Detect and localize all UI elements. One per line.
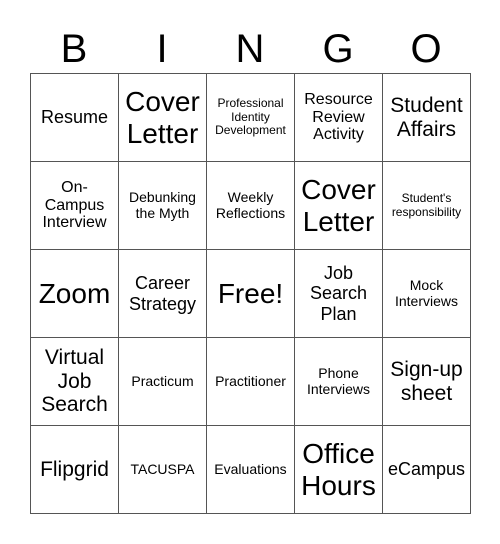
bingo-cell[interactable]: On-Campus Interview — [30, 161, 119, 250]
bingo-cell[interactable]: Practicum — [118, 337, 207, 426]
bingo-cell[interactable]: Resume — [30, 73, 119, 162]
bingo-cell[interactable]: Phone Interviews — [294, 337, 383, 426]
bingo-cell[interactable]: Cover Letter — [294, 161, 383, 250]
bingo-cell[interactable]: Practitioner — [206, 337, 295, 426]
bingo-header: B I N G O — [30, 26, 470, 72]
bingo-cell[interactable]: Evaluations — [206, 425, 295, 514]
bingo-cell[interactable]: Resource Review Activity — [294, 73, 383, 162]
board-row: Virtual Job Search Practicum Practitione… — [30, 337, 471, 426]
bingo-cell[interactable]: Virtual Job Search — [30, 337, 119, 426]
board-row: On-Campus Interview Debunking the Myth W… — [30, 161, 471, 250]
bingo-cell[interactable]: Sign-up sheet — [382, 337, 471, 426]
bingo-cell[interactable]: Office Hours — [294, 425, 383, 514]
bingo-cell[interactable]: Weekly Reflections — [206, 161, 295, 250]
bingo-cell[interactable]: Student Affairs — [382, 73, 471, 162]
bingo-cell[interactable]: eCampus — [382, 425, 471, 514]
header-letter-b: B — [60, 27, 88, 71]
header-letter-o: O — [410, 27, 442, 71]
board-row: Flipgrid TACUSPA Evaluations Office Hour… — [30, 425, 471, 514]
bingo-cell[interactable]: Career Strategy — [118, 249, 207, 338]
bingo-cell[interactable]: Job Search Plan — [294, 249, 383, 338]
board-row: Zoom Career Strategy Free! Job Search Pl… — [30, 249, 471, 338]
bingo-cell[interactable]: Student's responsibility — [382, 161, 471, 250]
header-letter-g: G — [322, 27, 354, 71]
free-space-cell[interactable]: Free! — [206, 249, 295, 338]
bingo-cell[interactable]: TACUSPA — [118, 425, 207, 514]
header-letter-i: I — [156, 27, 168, 71]
bingo-cell[interactable]: Flipgrid — [30, 425, 119, 514]
bingo-board: Resume Cover Letter Professional Identit… — [30, 73, 471, 514]
bingo-cell[interactable]: Debunking the Myth — [118, 161, 207, 250]
bingo-cell[interactable]: Cover Letter — [118, 73, 207, 162]
bingo-cell[interactable]: Mock Interviews — [382, 249, 471, 338]
bingo-cell[interactable]: Professional Identity Development — [206, 73, 295, 162]
board-row: Resume Cover Letter Professional Identit… — [30, 73, 471, 162]
bingo-cell[interactable]: Zoom — [30, 249, 119, 338]
header-letter-n: N — [235, 27, 265, 71]
